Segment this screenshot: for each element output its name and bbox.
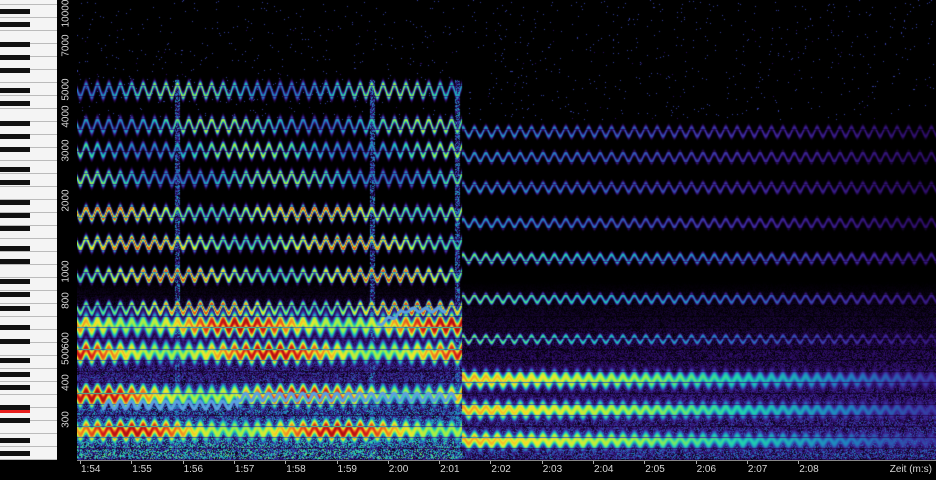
- piano-black-key[interactable]: [0, 21, 30, 27]
- piano-black-key[interactable]: [0, 68, 30, 73]
- piano-black-key[interactable]: [0, 8, 30, 14]
- piano-black-key[interactable]: [0, 437, 30, 443]
- piano-black-key[interactable]: [0, 226, 30, 232]
- piano-key-divider: [0, 303, 57, 304]
- piano-black-key[interactable]: [0, 200, 30, 205]
- time-tick-label: 1:55: [132, 464, 152, 475]
- piano-key-divider: [0, 173, 57, 174]
- time-axis: Zeit (m:s) 1:54 1:55 1:56 1:57 1:58 1:59 2:00 2…: [77, 460, 936, 480]
- piano-key-divider: [0, 108, 57, 109]
- freq-tick-10000: 10000: [60, 0, 72, 28]
- piano-black-key[interactable]: [0, 404, 30, 410]
- piano-key-divider: [0, 82, 57, 83]
- piano-keyboard[interactable]: [0, 0, 58, 460]
- time-tick-label: 2:00: [388, 464, 409, 475]
- freq-tick-800: 800: [60, 292, 72, 309]
- freq-tick-7000: 7000: [60, 34, 72, 57]
- piano-key-divider: [0, 394, 57, 395]
- freq-tick-400: 400: [60, 374, 72, 391]
- piano-key-divider: [0, 290, 57, 291]
- piano-black-key[interactable]: [0, 120, 30, 126]
- piano-black-key[interactable]: [0, 371, 30, 377]
- time-tick-label: 2:08: [799, 464, 819, 475]
- piano-key-divider: [0, 186, 57, 187]
- piano-black-key[interactable]: [0, 246, 30, 252]
- piano-black-key[interactable]: [0, 147, 30, 153]
- time-tick-label: 2:06: [696, 464, 717, 475]
- piano-key-divider: [0, 368, 57, 369]
- piano-black-key[interactable]: [0, 450, 30, 456]
- time-axis-unit-label: Zeit (m:s): [889, 464, 932, 475]
- piano-black-key[interactable]: [0, 325, 30, 331]
- piano-key-divider: [0, 160, 57, 161]
- piano-black-key[interactable]: [0, 417, 30, 423]
- time-tick-label: 2:07: [747, 464, 768, 475]
- piano-key-divider: [0, 316, 57, 317]
- piano-black-key[interactable]: [0, 167, 30, 172]
- piano-key-divider: [0, 446, 57, 447]
- freq-tick-4000: 4000: [60, 105, 72, 128]
- piano-black-key[interactable]: [0, 292, 30, 298]
- spectrogram-canvas[interactable]: [77, 0, 936, 460]
- time-tick-label: 1:54: [81, 464, 101, 475]
- time-tick-label: 1:59: [337, 464, 357, 475]
- piano-black-key[interactable]: [0, 180, 30, 186]
- time-tick-label: 2:01: [440, 464, 460, 475]
- freq-tick-2000: 2000: [60, 189, 72, 212]
- freq-tick-300: 300: [60, 411, 72, 428]
- time-tick-label: 1:56: [183, 464, 204, 475]
- time-tick-label: 2:03: [542, 464, 563, 475]
- piano-black-key[interactable]: [0, 305, 30, 311]
- piano-key-divider: [0, 30, 57, 31]
- piano-black-key[interactable]: [0, 41, 30, 47]
- piano-black-key[interactable]: [0, 384, 30, 390]
- freq-tick-3000: 3000: [60, 139, 72, 162]
- time-tick-label: 2:02: [491, 464, 511, 475]
- time-tick-label: 1:58: [286, 464, 306, 475]
- piano-black-key[interactable]: [0, 338, 30, 344]
- piano-key-divider: [0, 95, 57, 96]
- piano-black-key[interactable]: [0, 358, 30, 364]
- piano-black-key[interactable]: [0, 87, 30, 93]
- piano-black-key[interactable]: [0, 101, 30, 106]
- piano-black-key[interactable]: [0, 279, 30, 285]
- piano-key-divider: [0, 433, 57, 434]
- frequency-axis: 10000 7000 5000 4000 3000 2000 1000 800 …: [57, 0, 77, 460]
- freq-tick-5000: 5000: [60, 78, 72, 101]
- piano-black-key[interactable]: [0, 213, 30, 219]
- piano-black-key[interactable]: [0, 134, 30, 139]
- piano-black-key[interactable]: [0, 259, 30, 265]
- piano-key-divider: [0, 355, 57, 356]
- freq-tick-1000: 1000: [60, 260, 72, 283]
- piano-key-divider: [0, 4, 57, 5]
- piano-key-divider: [0, 238, 57, 239]
- time-tick-label: 1:57: [234, 464, 255, 475]
- time-tick-label: 2:04: [594, 464, 614, 475]
- time-tick-label: 2:05: [645, 464, 665, 475]
- piano-key-divider: [0, 277, 57, 278]
- piano-key-divider: [0, 381, 57, 382]
- piano-black-key[interactable]: [0, 54, 30, 60]
- piano-key-divider: [0, 17, 57, 18]
- piano-key-divider: [0, 459, 57, 460]
